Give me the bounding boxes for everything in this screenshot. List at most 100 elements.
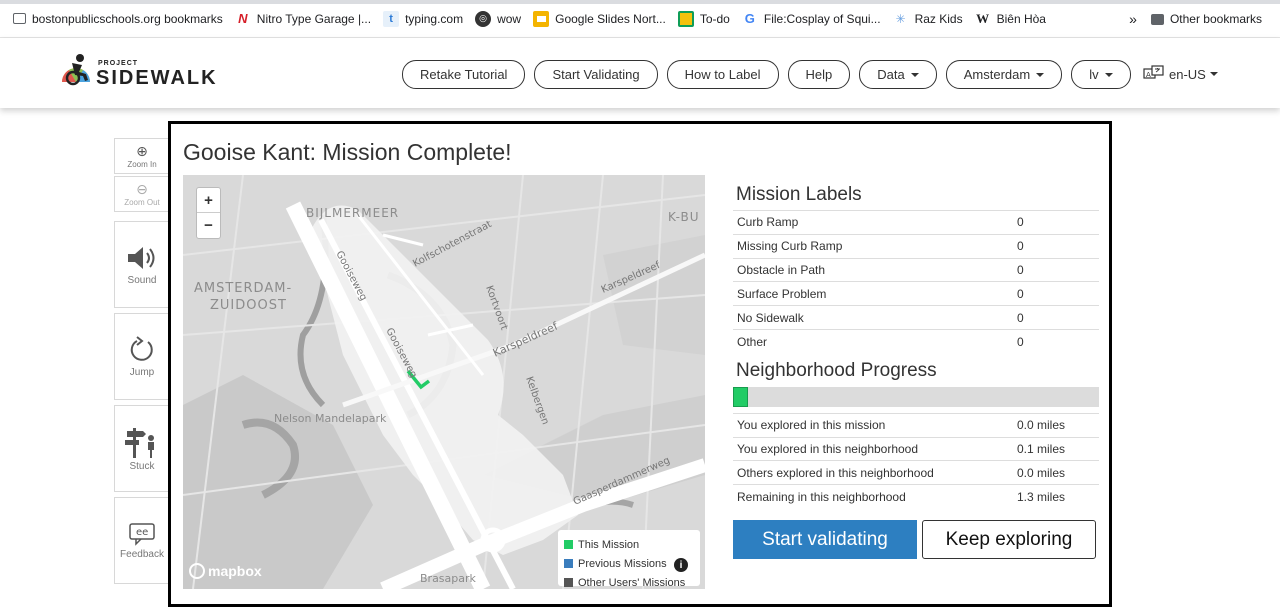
map-label: AMSTERDAM- — [194, 281, 292, 296]
nav-label: lv — [1089, 67, 1099, 82]
map-label: ZUIDOOST — [210, 298, 287, 313]
row-value: 0.0 miles — [1017, 418, 1066, 433]
stuck-label: Stuck — [129, 460, 155, 472]
legend-swatch — [564, 578, 573, 587]
sound-label: Sound — [127, 274, 157, 286]
mapbox-logo-icon — [189, 563, 205, 579]
row-value: 1.3 miles — [1017, 490, 1066, 505]
classroom-icon — [677, 10, 694, 27]
bookmark-item[interactable]: W Biên Hòa — [975, 11, 1046, 27]
zoom-in-button[interactable]: ⊕ Zoom In — [114, 138, 170, 174]
row-label: Missing Curb Ramp — [737, 239, 843, 254]
start-validating-button[interactable]: Start validating — [733, 520, 917, 559]
mission-complete-modal: Gooise Kant: Mission Complete! BIJLMERME… — [168, 121, 1112, 607]
svg-text:A: A — [1146, 71, 1151, 79]
mission-labels-heading: Mission Labels — [736, 184, 862, 205]
bookmarks-right: » Other bookmarks — [1129, 0, 1262, 38]
bookmark-item[interactable]: G File:Cosplay of Squi... — [742, 11, 881, 27]
row-label: Obstacle in Path — [737, 262, 826, 277]
jump-button[interactable]: Jump — [114, 313, 170, 400]
retake-tutorial-button[interactable]: Retake Tutorial — [402, 60, 526, 89]
map-zoom-control: + − — [196, 187, 221, 239]
progress-fill — [733, 386, 748, 407]
data-dropdown[interactable]: Data — [859, 60, 937, 89]
map-label: Nelson Mandelapark — [274, 412, 387, 425]
legend-label: Previous Missions — [578, 557, 667, 570]
bookmarks-overflow-button[interactable]: » — [1129, 11, 1137, 27]
mapbox-attribution[interactable]: mapbox — [189, 563, 262, 579]
raz-kids-icon: ✳ — [895, 11, 906, 26]
logo-big-text: SIDEWALK — [96, 67, 218, 89]
svg-text:ee: ee — [136, 527, 148, 538]
bookmark-item[interactable]: ◎ wow — [475, 10, 521, 27]
row-label: No Sidewalk — [737, 310, 804, 325]
nav-label: Data — [877, 67, 905, 82]
caret-down-icon — [1209, 72, 1218, 76]
caret-down-icon — [910, 72, 919, 77]
bookmark-item[interactable]: N Nitro Type Garage |... — [235, 11, 371, 27]
row-value: 0 — [1017, 334, 1024, 349]
mission-map[interactable]: BIJLMERMEER K-BU AMSTERDAM- ZUIDOOST Nel… — [183, 175, 705, 589]
map-zoom-out-button[interactable]: − — [197, 213, 220, 238]
modal-title: Gooise Kant: Mission Complete! — [183, 139, 512, 165]
zoom-in-icon: ⊕ — [136, 143, 148, 159]
table-row: Missing Curb Ramp 0 — [733, 235, 1099, 259]
help-button[interactable]: Help — [787, 60, 851, 89]
row-label: Remaining in this neighborhood — [737, 490, 906, 505]
bookmark-item[interactable]: Google Slides Nort... — [533, 10, 666, 27]
zoom-out-button[interactable]: ⊖ Zoom Out — [114, 176, 170, 212]
jump-arrow-icon — [130, 335, 153, 361]
info-icon[interactable]: i — [674, 558, 688, 572]
city-dropdown[interactable]: Amsterdam — [945, 60, 1063, 89]
table-row: Remaining in this neighborhood 1.3 miles — [733, 485, 1099, 509]
translate-icon: A — [1143, 65, 1164, 79]
legend-swatch — [564, 559, 573, 568]
row-value: 0 — [1017, 215, 1024, 230]
caret-down-icon — [1104, 72, 1113, 77]
feedback-label: Feedback — [120, 548, 164, 560]
table-row: Others explored in this neighborhood 0.0 … — [733, 461, 1099, 486]
globe-icon: ◎ — [475, 10, 492, 27]
table-row: You explored in this mission 0.0 miles — [733, 414, 1099, 438]
folder-icon — [13, 13, 26, 24]
bookmark-item[interactable]: t typing.com — [383, 10, 463, 27]
stuck-button[interactable]: Stuck — [114, 405, 170, 492]
user-dropdown[interactable]: lv — [1071, 60, 1131, 89]
map-label: K-BU — [668, 210, 700, 224]
bookmark-item[interactable]: bostonpublicschools.org bookmarks — [13, 12, 223, 26]
other-bookmarks[interactable]: Other bookmarks — [1150, 12, 1262, 26]
speaker-icon — [128, 246, 155, 269]
zoom-out-icon: ⊖ — [136, 181, 148, 197]
row-value: 0 — [1017, 286, 1024, 301]
row-label: You explored in this neighborhood — [737, 441, 919, 456]
table-row: Obstacle in Path 0 — [733, 259, 1099, 283]
keep-exploring-button[interactable]: Keep exploring — [922, 520, 1096, 559]
mission-labels-table: Curb Ramp 0 Missing Curb Ramp 0 Obstacle i… — [733, 210, 1099, 354]
map-label: Brasapark — [420, 572, 477, 585]
table-row: Curb Ramp 0 — [733, 211, 1099, 235]
map-zoom-in-button[interactable]: + — [197, 188, 220, 213]
row-label: Others explored in this neighborhood — [737, 465, 934, 480]
signpost-icon — [125, 427, 154, 458]
bookmark-item[interactable]: ✳ Raz Kids — [893, 11, 963, 27]
feedback-button[interactable]: ee Feedback — [114, 497, 170, 584]
legend-item: Other Users' Missions — [564, 573, 700, 589]
mission-stats-panel: Mission Labels Curb Ramp 0 Missing Curb R… — [733, 180, 1099, 559]
wheelchair-logo-icon — [62, 54, 90, 86]
map-legend: This Mission Previous Missions Other Use… — [558, 530, 700, 589]
start-validating-nav-button[interactable]: Start Validating — [534, 60, 658, 89]
bookmark-label: Nitro Type Garage |... — [256, 11, 372, 26]
bookmark-item[interactable]: To-do — [677, 10, 730, 27]
site-header: PROJECT SIDEWALK Retake Tutorial Start V… — [0, 38, 1280, 108]
legend-label: This Mission — [578, 538, 640, 551]
language-dropdown[interactable]: A en-US — [1143, 65, 1218, 83]
row-label: You explored in this mission — [737, 418, 886, 433]
project-sidewalk-logo[interactable]: PROJECT SIDEWALK — [58, 52, 218, 94]
map-label: BIJLMERMEER — [306, 206, 399, 220]
sound-button[interactable]: Sound — [114, 221, 170, 308]
feedback-icon: ee — [129, 522, 155, 546]
row-value: 0.0 miles — [1017, 465, 1066, 480]
table-row: No Sidewalk 0 — [733, 306, 1099, 330]
how-to-label-button[interactable]: How to Label — [666, 60, 779, 89]
bookmark-label: Google Slides Nort... — [555, 11, 666, 26]
